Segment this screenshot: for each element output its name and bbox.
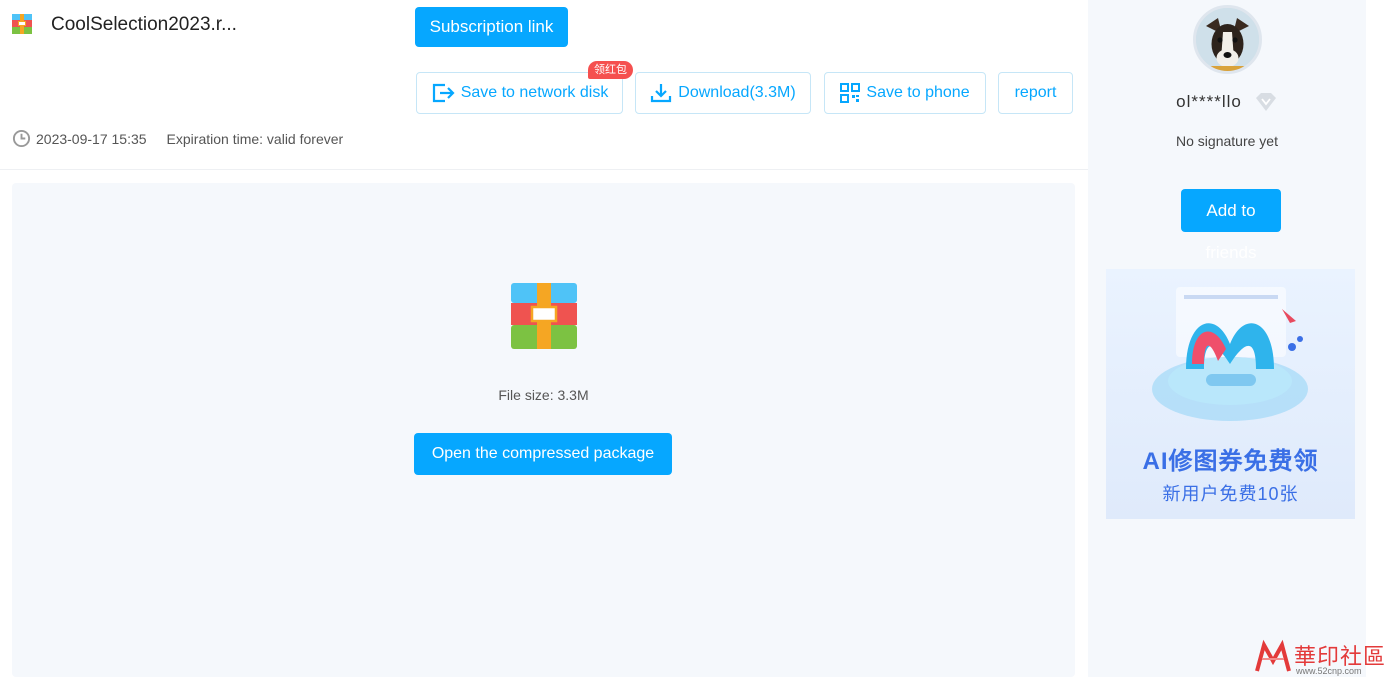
archive-file-icon [12,14,32,34]
ad-illustration [1152,287,1308,421]
user-name-row: ol****llo [1088,92,1366,112]
file-size: File size: 3.3M [498,387,589,403]
save-to-network-disk-label: Save to network disk [460,84,609,101]
dog-avatar-icon [1196,8,1259,71]
user-sidebar: ol****llo No signature yet Add to friend… [1088,0,1366,677]
watermark-logo-icon [1255,639,1291,672]
open-compressed-package-button[interactable]: Open the compressed package [414,433,672,475]
qr-code-icon [840,83,861,103]
save-to-disk-icon [432,83,455,103]
report-button[interactable]: report [998,72,1073,114]
save-to-phone-label: Save to phone [866,84,970,101]
main-panel: CoolSelection2023.r... Subscription link… [0,0,1088,677]
red-packet-badge: 领红包 [588,61,633,79]
download-button[interactable]: Download(3.3M) [635,72,811,114]
username: ol****llo [1176,92,1242,111]
file-meta: 2023-09-17 15:35 Expiration time: valid … [12,129,343,148]
subscription-link-button[interactable]: Subscription link [415,7,568,47]
watermark-url: www.52cnp.com [1296,666,1362,676]
ad-title: AI修图券免费领 [1142,448,1319,475]
file-title: CoolSelection2023.r... [51,14,237,35]
add-friend-button[interactable]: Add to [1181,189,1281,232]
expiration-time: Expiration time: valid forever [166,130,344,147]
upload-date: 2023-09-17 15:35 [36,130,147,147]
save-to-phone-button[interactable]: Save to phone [824,72,986,114]
report-label: report [1014,84,1057,101]
download-icon [651,84,672,103]
archive-icon [511,283,577,349]
site-watermark: 華印社區 www.52cnp.com [1254,637,1386,677]
user-signature: No signature yet [1176,133,1278,149]
vip-diamond-icon [1255,93,1276,111]
file-preview-panel: File size: 3.3M Open the compressed pack… [12,183,1075,677]
download-label: Download(3.3M) [678,84,796,101]
ad-banner[interactable]: AI修图券免费领 新用户免费10张 [1106,269,1355,519]
ad-subtitle: 新用户免费10张 [1162,484,1299,504]
clock-icon [12,129,31,148]
add-friend-overflow-text: friends [1205,243,1257,262]
avatar[interactable] [1193,5,1262,74]
divider [0,169,1088,170]
scroll-edge [1366,0,1386,677]
